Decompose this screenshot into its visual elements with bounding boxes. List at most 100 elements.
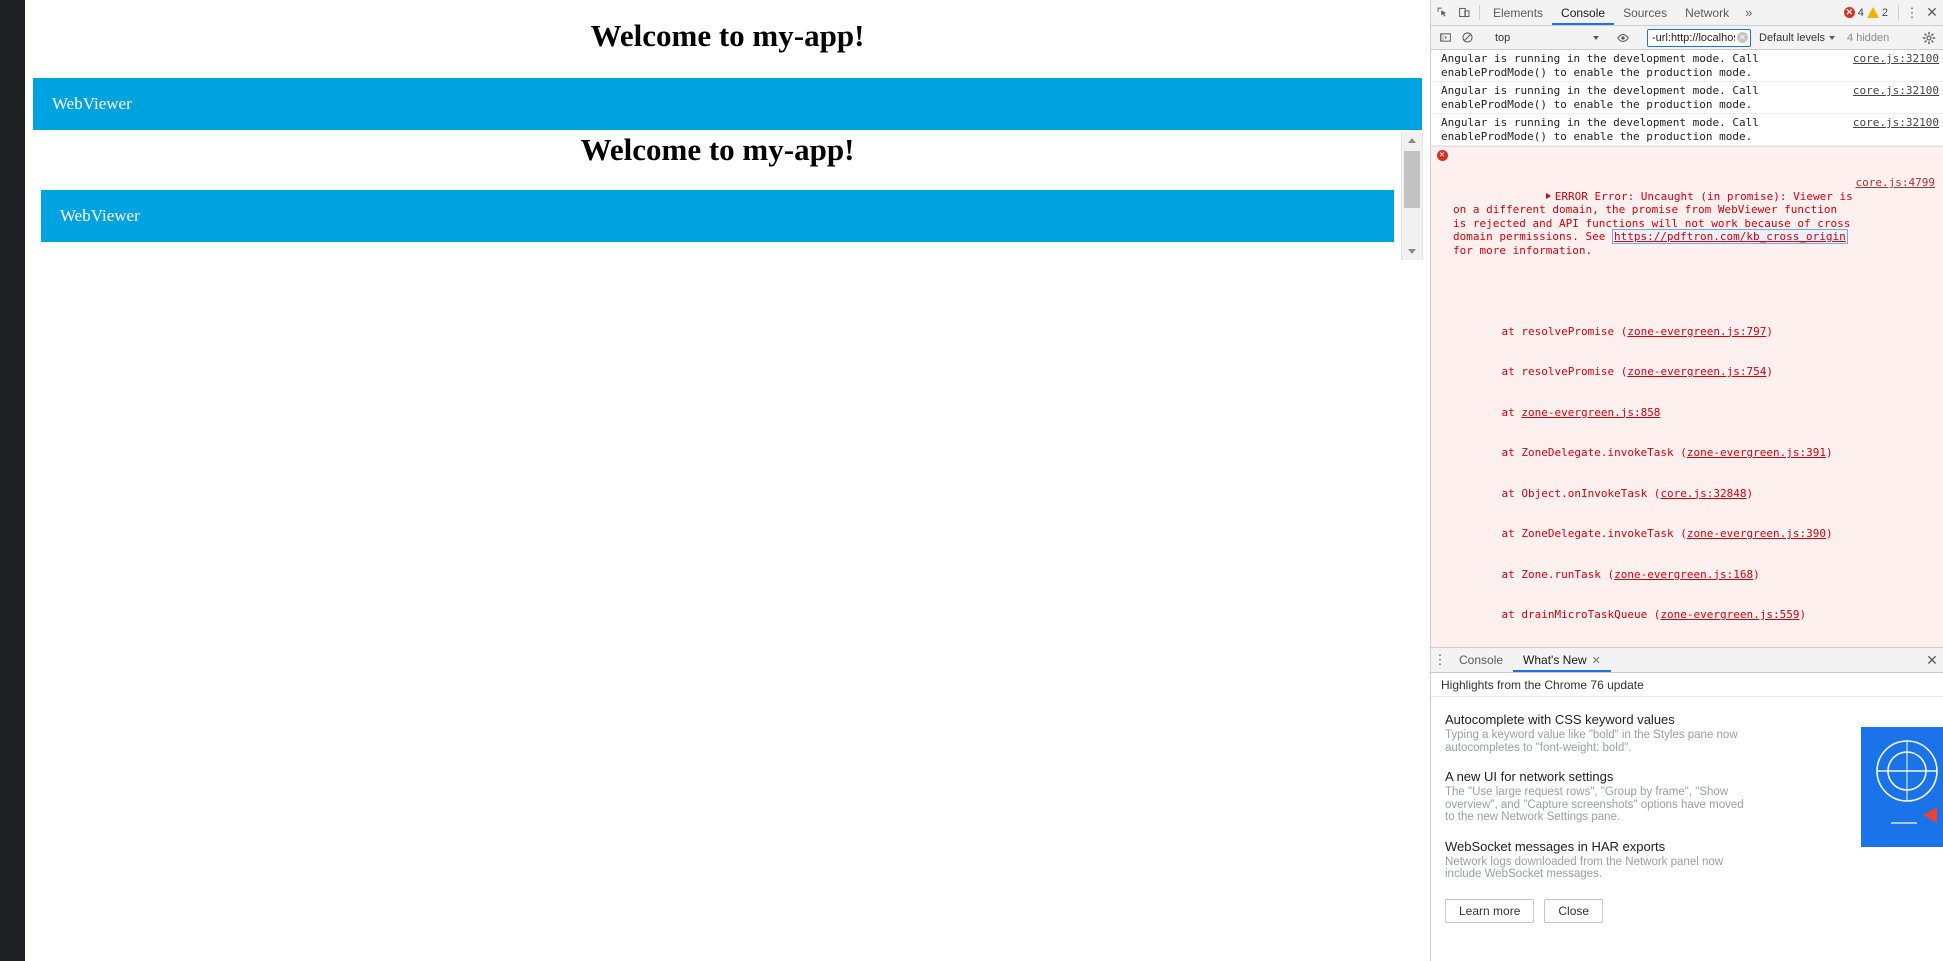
scrollbar-thumb[interactable] <box>1404 151 1420 208</box>
clear-filter-icon[interactable]: ✕ <box>1737 32 1748 43</box>
devtools-close-icon[interactable]: ✕ <box>1921 0 1943 25</box>
execution-context-value: top <box>1495 31 1511 44</box>
stack-frame-link[interactable]: zone-evergreen.js:754 <box>1627 365 1766 378</box>
console-message-info[interactable]: Angular is running in the development mo… <box>1431 82 1943 114</box>
scroll-down-arrow-icon[interactable] <box>1402 243 1422 260</box>
screen-root: Welcome to my-app! WebViewer Welcome to … <box>0 0 1943 961</box>
tab-network[interactable]: Network <box>1676 0 1738 25</box>
iframe-page-title: Welcome to my-app! <box>580 132 855 167</box>
drawer-close-icon[interactable]: ✕ <box>1921 648 1943 672</box>
console-error-link[interactable]: https://pdftron.com/kb_cross_origin <box>1611 229 1848 244</box>
close-button[interactable]: Close <box>1544 898 1604 923</box>
devtools-drawer: ⋮ Console What's New ✕ ✕ Highlights from… <box>1431 647 1943 961</box>
webviewer-bar-outer[interactable]: WebViewer <box>33 78 1422 130</box>
drawer-tabbar: ⋮ Console What's New ✕ ✕ <box>1431 648 1943 673</box>
whats-new-item-title: Autocomplete with CSS keyword values <box>1445 712 1675 727</box>
drawer-tab-console-label: Console <box>1459 653 1504 667</box>
console-message-text: Angular is running in the development mo… <box>1441 52 1766 79</box>
log-levels-value: Default levels <box>1759 31 1826 44</box>
warning-count: 2 <box>1881 6 1888 19</box>
warning-count-icon <box>1866 7 1879 18</box>
tab-sources[interactable]: Sources <box>1614 0 1676 25</box>
console-message-info[interactable]: Angular is running in the development mo… <box>1431 50 1943 82</box>
drawer-tab-whats-new-label: What's New <box>1523 653 1587 667</box>
stack-frame: at resolvePromise (zone-evergreen.js:754… <box>1475 365 1774 378</box>
page-title: Welcome to my-app! <box>590 18 865 53</box>
console-settings-gear-icon[interactable] <box>1918 31 1940 45</box>
counts-divider <box>1898 5 1899 20</box>
scroll-up-arrow-icon[interactable] <box>1402 132 1422 149</box>
more-tabs-icon[interactable]: » <box>1738 0 1759 25</box>
browser-left-edge-strip <box>0 0 25 961</box>
learn-more-button[interactable]: Learn more <box>1445 898 1535 923</box>
iframe-vertical-scrollbar[interactable] <box>1401 132 1422 260</box>
stack-frame-link[interactable]: zone-evergreen.js:391 <box>1687 446 1826 459</box>
console-sidebar-toggle-icon[interactable] <box>1434 31 1456 44</box>
whats-new-buttons: Learn more Close <box>1445 898 1943 923</box>
chevron-down-icon-levels <box>1829 35 1836 40</box>
drawer-tab-close-icon[interactable]: ✕ <box>1592 654 1601 667</box>
webviewer-bar-inner[interactable]: WebViewer <box>41 190 1394 242</box>
issue-counts[interactable]: ✕ 4 2 <box>1843 0 1894 25</box>
console-message-source[interactable]: core.js:32100 <box>1853 52 1943 66</box>
drawer-tab-console[interactable]: Console <box>1449 648 1513 672</box>
console-error-stack: at resolvePromise (zone-evergreen.js:797… <box>1453 298 1939 648</box>
chevron-down-icon <box>1593 35 1599 40</box>
stack-frame-link[interactable]: zone-evergreen.js:797 <box>1627 325 1766 338</box>
console-filter-input[interactable]: -url:http://localhos ✕ <box>1647 28 1751 47</box>
log-levels-select[interactable]: Default levels <box>1755 32 1839 44</box>
expand-triangle-icon[interactable] <box>1545 192 1551 199</box>
toolbar-divider <box>1479 5 1480 20</box>
stack-frame-link[interactable]: zone-evergreen.js:390 <box>1687 527 1826 540</box>
stack-frame: at resolvePromise (zone-evergreen.js:797… <box>1475 324 1774 338</box>
tab-elements[interactable]: Elements <box>1484 0 1552 25</box>
console-message-source[interactable]: core.js:32100 <box>1853 84 1943 98</box>
tab-console[interactable]: Console <box>1552 0 1614 25</box>
device-toolbar-icon[interactable] <box>1453 0 1475 25</box>
tabbar-spacer <box>1759 0 1843 25</box>
stack-frame: at ZoneDelegate.invokeTask (zone-evergre… <box>1475 527 1833 540</box>
execution-context-select[interactable]: top <box>1487 32 1603 44</box>
drawer-tab-whats-new[interactable]: What's New ✕ <box>1513 648 1611 672</box>
drawer-menu-icon[interactable]: ⋮ <box>1431 648 1449 672</box>
stack-frame-link[interactable]: zone-evergreen.js:559 <box>1660 608 1799 621</box>
whats-new-item: WebSocket messages in HAR exports Networ… <box>1445 838 1745 881</box>
console-message-text: Angular is running in the development mo… <box>1441 84 1766 111</box>
webviewer-label-outer: WebViewer <box>52 94 132 113</box>
stack-frame: at drainMicroTaskQueue (zone-evergreen.j… <box>1475 608 1807 621</box>
nested-app-iframe[interactable]: Welcome to my-app! WebViewer <box>33 132 1423 260</box>
whats-new-body: Autocomplete with CSS keyword values Typ… <box>1431 697 1943 961</box>
error-icon: ✕ <box>1431 149 1453 161</box>
stack-frame-link[interactable]: zone-evergreen.js:858 <box>1521 406 1660 419</box>
webviewer-label-inner: WebViewer <box>60 206 140 225</box>
whats-new-item-desc: Network logs downloaded from the Network… <box>1445 855 1724 881</box>
stack-frame: at zone-evergreen.js:858 <box>1475 405 1661 419</box>
whats-new-header: Highlights from the Chrome 76 update <box>1431 673 1943 697</box>
console-message-list[interactable]: Angular is running in the development mo… <box>1431 50 1943 647</box>
hidden-messages-count: 4 hidden <box>1847 31 1890 44</box>
live-expression-eye-icon[interactable] <box>1612 31 1634 45</box>
stack-frame: at Zone.runTask (zone-evergreen.js:168) <box>1475 567 1760 581</box>
devtools-menu-icon[interactable]: ⋮ <box>1903 0 1921 25</box>
console-message-error[interactable]: ✕ ERROR Error: Uncaught (in promise): Vi… <box>1431 146 1943 647</box>
console-message-source[interactable]: core.js:4799 <box>1856 176 1939 271</box>
console-filter-value: -url:http://localhos <box>1652 31 1735 44</box>
whats-new-item-title: A new UI for network settings <box>1445 769 1614 784</box>
browser-viewport: Welcome to my-app! WebViewer Welcome to … <box>0 0 1430 961</box>
clear-console-icon[interactable] <box>1456 31 1478 44</box>
page-canvas: Welcome to my-app! WebViewer Welcome to … <box>25 0 1430 961</box>
stack-frame: at Object.onInvokeTask (core.js:32848) <box>1475 486 1754 500</box>
whats-new-illustration <box>1861 727 1943 847</box>
console-message-text: Angular is running in the development mo… <box>1441 116 1766 143</box>
stack-frame-link[interactable]: core.js:32848 <box>1660 487 1746 500</box>
console-toolbar: top -url:http://localhos ✕ Default level… <box>1431 26 1943 50</box>
stack-frame-link[interactable]: zone-evergreen.js:168 <box>1614 568 1753 581</box>
console-error-body: ERROR Error: Uncaught (in promise): View… <box>1453 149 1943 647</box>
console-message-info[interactable]: Angular is running in the development mo… <box>1431 114 1943 146</box>
inspect-element-icon[interactable] <box>1431 0 1453 25</box>
error-count-icon: ✕ <box>1843 7 1855 18</box>
whats-new-item-title: WebSocket messages in HAR exports <box>1445 838 1666 854</box>
whats-new-item: Autocomplete with CSS keyword values Typ… <box>1445 711 1745 754</box>
console-message-source[interactable]: core.js:32100 <box>1853 116 1943 130</box>
console-error-headline: ERROR Error: Uncaught (in promise): View… <box>1453 176 1939 271</box>
